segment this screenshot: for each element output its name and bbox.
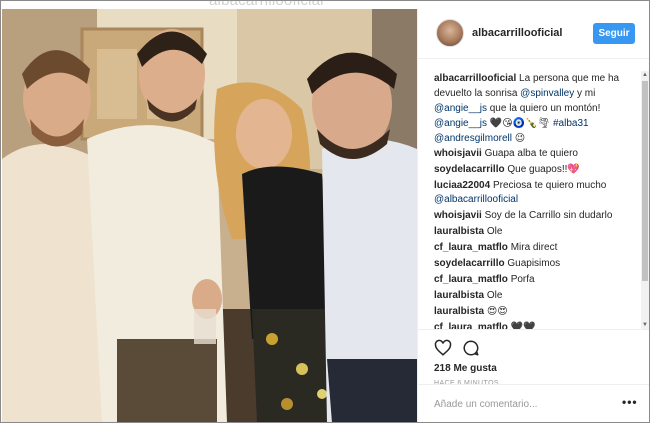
follow-button[interactable]: Seguir [593, 23, 635, 44]
likes-count[interactable]: 218 Me gusta [434, 363, 497, 374]
comment-text: Que guapos!!💖 [507, 164, 580, 175]
comment-user[interactable]: lauralbista [434, 306, 484, 317]
caption-mention-1[interactable]: @spinvalley [520, 88, 574, 99]
instagram-post-window: albacarrillooficial albacarrillooficial … [0, 0, 650, 423]
comments-scrollbar[interactable]: ▲ ▼ [641, 71, 649, 329]
comment-user[interactable]: cf_laura_matflo [434, 242, 508, 253]
comment-text: Preciosa te quiero mucho [492, 180, 607, 191]
caption-text-2: y mi [574, 88, 596, 99]
comment-user[interactable]: lauralbista [434, 226, 484, 237]
profile-avatar-icon[interactable] [436, 19, 464, 47]
heart-icon[interactable] [434, 339, 452, 357]
comment-text: Soy de la Carrillo sin dudarlo [484, 210, 613, 221]
header-username[interactable]: albacarrillooficial [472, 27, 562, 39]
watermark-text: albacarrillooficial [209, 0, 324, 9]
comment-item: cf_laura_matflo Mira direct [434, 241, 634, 255]
caption-author[interactable]: albacarrillooficial [434, 73, 516, 84]
comment-mention[interactable]: @albacarrillooficial [434, 194, 518, 205]
comment-user[interactable]: lauralbista [434, 290, 484, 301]
comment-item: soydelacarrillo Que guapos!!💖 [434, 163, 634, 177]
comment-user[interactable]: whoisjavii [434, 210, 482, 221]
caption-hashtag[interactable]: #alba31 [553, 118, 589, 129]
comment-item: whoisjavii Soy de la Carrillo sin dudarl… [434, 209, 634, 223]
add-comment-input[interactable]: Añade un comentario... [434, 399, 537, 410]
scrollbar-thumb[interactable] [642, 81, 648, 281]
caption-mention-4[interactable]: @andresgilmorell [434, 133, 512, 144]
scroll-up-arrow-icon[interactable]: ▲ [642, 71, 648, 79]
more-options-icon[interactable]: ••• [622, 395, 638, 409]
comment-text: 🖤🖤 [510, 322, 536, 329]
comment-user[interactable]: soydelacarrillo [434, 258, 505, 269]
comment-text: 😍😍 [486, 306, 508, 317]
comment-item: soydelacarrillo Guapisimos [434, 257, 634, 271]
comment-user[interactable]: whoisjavii [434, 148, 482, 159]
comment-text: Guapisimos [507, 258, 561, 269]
comment-text: Mira direct [510, 242, 558, 253]
comment-user[interactable]: cf_laura_matflo [434, 274, 508, 285]
post-side-panel: albacarrillooficial Seguir albacarrilloo… [417, 9, 649, 422]
caption-mention-3[interactable]: @angie__js [434, 118, 487, 129]
comment-item: cf_laura_matflo 🖤🖤 [434, 321, 634, 329]
post-photo[interactable] [2, 9, 417, 422]
top-strip: albacarrillooficial [1, 0, 649, 9]
add-comment-bar: Añade un comentario... ••• [418, 384, 649, 422]
comment-item: lauralbista Ole [434, 289, 634, 303]
caption-text-3: que la quiero un montón! [486, 103, 601, 114]
caption-emojis-2: 😉 [511, 133, 526, 144]
post-caption: albacarrillooficial La persona que me ha… [434, 71, 634, 146]
comment-item: luciaa22004 Preciosa te quiero mucho @alb… [434, 179, 634, 207]
comment-user[interactable]: cf_laura_matflo [434, 322, 508, 329]
comment-text: Guapa alba te quiero [484, 148, 578, 159]
comment-item: cf_laura_matflo Porfa [434, 273, 634, 287]
comment-text: Ole [486, 290, 503, 301]
comment-user[interactable]: luciaa22004 [434, 180, 490, 191]
scroll-down-arrow-icon[interactable]: ▼ [642, 321, 648, 329]
comment-user[interactable]: soydelacarrillo [434, 164, 505, 175]
photo-illustration [2, 9, 417, 422]
caption-emojis-1: 🖤😘🧿🍾🌪 [486, 118, 553, 129]
comment-text: Ole [486, 226, 503, 237]
comment-item: lauralbista 😍😍 [434, 305, 634, 319]
comments-list[interactable]: albacarrillooficial La persona que me ha… [418, 67, 649, 329]
comment-item: whoisjavii Guapa alba te quiero [434, 147, 634, 161]
comment-item: lauralbista Ole [434, 225, 634, 239]
comment-bubble-icon[interactable] [462, 339, 480, 357]
caption-mention-2[interactable]: @angie__js [434, 103, 487, 114]
post-header: albacarrillooficial Seguir [418, 9, 649, 59]
comment-text: Porfa [510, 274, 535, 285]
